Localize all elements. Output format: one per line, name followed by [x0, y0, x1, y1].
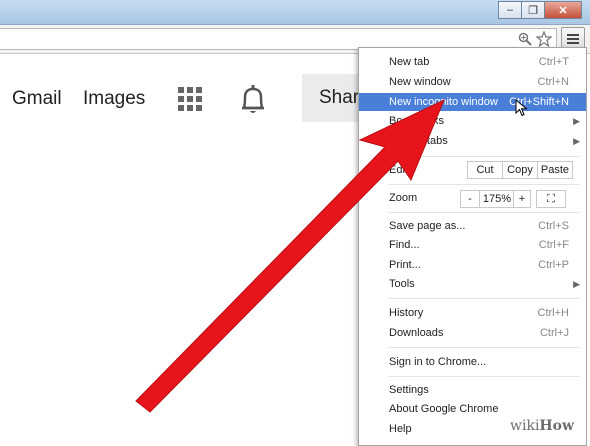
- wikihow-watermark: wikiHow: [510, 418, 575, 434]
- annotation-arrow: [135, 98, 445, 413]
- mouse-cursor-icon: [515, 99, 528, 117]
